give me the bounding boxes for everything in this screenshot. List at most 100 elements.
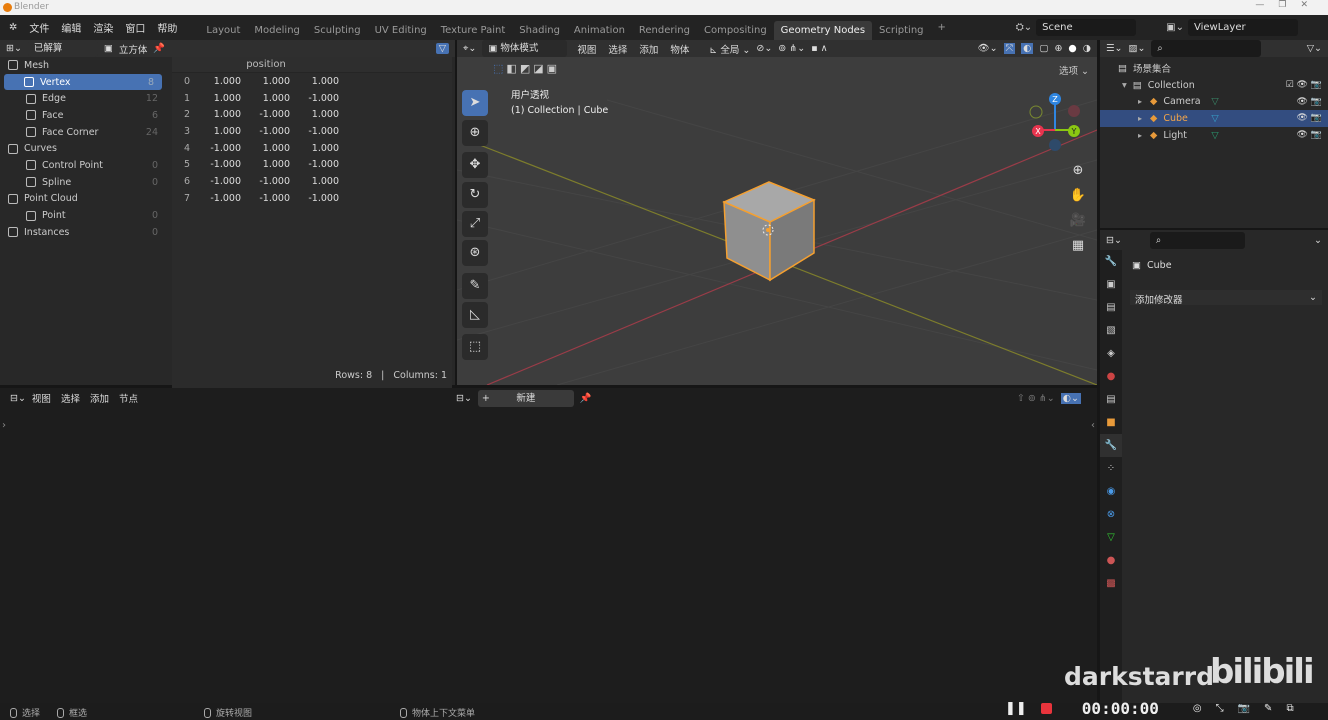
- display-mode-icon[interactable]: ▨⌄: [1128, 43, 1145, 54]
- cursor-tool-icon[interactable]: ⊕: [462, 120, 488, 146]
- object-data-icon[interactable]: ▽: [1211, 113, 1218, 124]
- shrink-icon[interactable]: ⤡: [1216, 703, 1224, 714]
- workspace-tab[interactable]: Shading: [512, 21, 567, 40]
- overlay-toggle-icon[interactable]: ◐: [1021, 43, 1034, 54]
- scene-selector[interactable]: Scene: [1036, 19, 1137, 36]
- menu-item[interactable]: 帮助: [151, 20, 183, 35]
- sidebar-expand-icon[interactable]: ‹: [1091, 420, 1095, 431]
- selection-mode-buttons[interactable]: ⬚ ◧ ◩ ◪ ▣: [493, 62, 557, 75]
- overlay-toggle-icon[interactable]: ◐⌄: [1060, 392, 1081, 404]
- view-layer-icon[interactable]: ▧: [1100, 319, 1122, 342]
- node-menu-item[interactable]: 添加: [90, 391, 109, 405]
- outliner-item[interactable]: ▸ ◆ Camera ▽ 👁 📷: [1100, 93, 1328, 110]
- options-dropdown[interactable]: 选项 ⌄: [1059, 63, 1089, 77]
- menu-item[interactable]: 渲染: [87, 20, 119, 35]
- node-menu-item[interactable]: 选择: [61, 391, 80, 405]
- view-layer-icon[interactable]: ▣⌄: [1166, 22, 1184, 33]
- draw-pen-icon[interactable]: ✎: [1264, 703, 1272, 714]
- texture-icon[interactable]: ▩: [1100, 572, 1122, 595]
- viewport-menu-item[interactable]: 添加: [639, 42, 658, 56]
- menu-item[interactable]: 窗口: [119, 20, 151, 35]
- editor-type-icon[interactable]: ⌖⌄: [463, 43, 476, 54]
- object-data-icon[interactable]: ▽: [1211, 130, 1218, 141]
- evaluation-mode-dropdown[interactable]: 已解算: [27, 40, 98, 57]
- workspace-tab[interactable]: Modeling: [247, 21, 307, 40]
- viewport-menu-item[interactable]: 视图: [577, 42, 596, 56]
- data-set-item[interactable]: Face Corner 24: [0, 124, 166, 141]
- filter-icon[interactable]: ▽: [435, 43, 449, 54]
- pin-icon[interactable]: 📌: [153, 43, 165, 54]
- visibility-toggles[interactable]: 👁 📷: [1297, 97, 1323, 107]
- transform-orientation-dropdown[interactable]: ⊾ 全局 ⌄: [709, 42, 750, 56]
- expand-arrow-icon[interactable]: ▸: [1138, 131, 1142, 140]
- workspace-tab[interactable]: Geometry Nodes: [773, 21, 873, 40]
- select-subtract-icon[interactable]: ◩: [520, 62, 530, 75]
- data-set-item[interactable]: Mesh: [0, 57, 166, 74]
- rotate-tool-icon[interactable]: ↻: [462, 182, 488, 208]
- material-icon[interactable]: ●: [1100, 549, 1122, 572]
- options-chevron-icon[interactable]: ⌄: [1314, 235, 1322, 246]
- select-extend-icon[interactable]: ◧: [506, 62, 516, 75]
- world-icon[interactable]: ●: [1100, 365, 1122, 388]
- expand-arrow-icon[interactable]: ▸: [1138, 97, 1142, 106]
- workspace-tab[interactable]: Rendering: [632, 21, 697, 40]
- data-set-item[interactable]: Curves: [0, 140, 166, 157]
- physics-icon[interactable]: ◉: [1100, 480, 1122, 503]
- mode-dropdown[interactable]: ▣ 物体模式: [482, 40, 568, 57]
- select-invert-icon[interactable]: ◪: [533, 62, 543, 75]
- collection-icon[interactable]: ▤: [1100, 388, 1122, 411]
- shading-material-icon[interactable]: ◑: [1083, 43, 1091, 54]
- expand-arrow-icon[interactable]: ▾: [1122, 80, 1127, 91]
- node-menu-item[interactable]: 节点: [119, 391, 138, 405]
- xray-icon[interactable]: ▢: [1039, 43, 1048, 54]
- node-tree-type-icon[interactable]: ⊟⌄: [456, 393, 472, 404]
- column-header-position[interactable]: position: [192, 59, 340, 70]
- workspace-tab[interactable]: Scripting: [872, 21, 930, 40]
- workspace-tab[interactable]: Sculpting: [307, 21, 368, 40]
- data-set-item[interactable]: Vertex 8: [4, 73, 162, 91]
- screenshot-camera-icon[interactable]: 📷: [1238, 703, 1250, 714]
- focus-icon[interactable]: ◎: [1193, 703, 1202, 714]
- pause-icon[interactable]: ❚❚: [1005, 701, 1027, 716]
- expand-arrow-icon[interactable]: ▸: [1138, 114, 1142, 123]
- pivot-icon[interactable]: ⊘⌄: [756, 43, 772, 54]
- workspace-tab[interactable]: Layout: [199, 21, 247, 40]
- cube-object[interactable]: [722, 181, 816, 282]
- scene-icon[interactable]: ◈: [1100, 342, 1122, 365]
- filter-icon[interactable]: ▽⌄: [1307, 43, 1322, 54]
- geometry-node-editor[interactable]: ⊟⌄ 视图 选择 添加 节点 ⊟⌄ + 新建 📌 ⇧ ⊚ ⋔⌄ ◐⌄ › ‹: [0, 388, 1097, 703]
- constraints-icon[interactable]: ⊗: [1100, 503, 1122, 526]
- viewport-menu-item[interactable]: 选择: [608, 42, 627, 56]
- visibility-toggles[interactable]: 👁 📷: [1297, 113, 1323, 123]
- transform-tool-icon[interactable]: ⊛: [462, 240, 488, 266]
- scene-icon[interactable]: ⛭⌄: [1016, 22, 1032, 33]
- annotate-tool-icon[interactable]: ✎: [462, 273, 488, 299]
- visibility-icon[interactable]: 👁⌄: [978, 43, 998, 54]
- add-workspace-button[interactable]: +: [931, 18, 953, 37]
- collection-toggles[interactable]: ☑ 👁 📷: [1286, 80, 1322, 90]
- blender-menu-icon[interactable]: ✲: [0, 22, 23, 33]
- data-set-item[interactable]: Edge 12: [0, 90, 166, 107]
- workspace-tab[interactable]: Texture Paint: [434, 21, 513, 40]
- view-layer-selector[interactable]: ViewLayer: [1188, 19, 1298, 36]
- toolbar-expand-icon[interactable]: ›: [2, 420, 6, 431]
- proportional-edit-icon[interactable]: ▪ ∧: [811, 43, 827, 54]
- select-intersect-icon[interactable]: ▣: [547, 62, 557, 75]
- node-menu-item[interactable]: 视图: [32, 391, 51, 405]
- gizmo-toggle-icon[interactable]: ⤧: [1003, 43, 1016, 54]
- 3d-viewport[interactable]: Z X Y ⌖⌄ ▣ 物体模式 视图 选择 添加 物体 ⊾ 全局 ⌄ ⊘⌄ ⊚ ⋔⌄ …: [457, 40, 1097, 385]
- visibility-toggles[interactable]: 👁 📷: [1297, 130, 1323, 140]
- particles-icon[interactable]: ⁘: [1100, 457, 1122, 480]
- perspective-grid-icon[interactable]: ▦: [1068, 233, 1088, 258]
- data-set-item[interactable]: Point 0: [0, 207, 166, 224]
- shading-solid-icon[interactable]: ●: [1068, 43, 1076, 54]
- outliner-item[interactable]: ▸ ◆ Cube ▽ 👁 📷: [1100, 110, 1328, 127]
- pin-icon[interactable]: 📌: [580, 393, 592, 404]
- object-data-icon[interactable]: ▽: [1211, 96, 1218, 107]
- object-icon[interactable]: ■: [1100, 411, 1122, 434]
- window-controls[interactable]: —❐✕: [1255, 0, 1322, 10]
- data-set-item[interactable]: Face 6: [0, 107, 166, 124]
- select-new-icon[interactable]: ⬚: [493, 62, 503, 75]
- window-icon[interactable]: ⧉: [1286, 703, 1293, 714]
- scene-collection-row[interactable]: ▤ 场景集合: [1100, 60, 1328, 77]
